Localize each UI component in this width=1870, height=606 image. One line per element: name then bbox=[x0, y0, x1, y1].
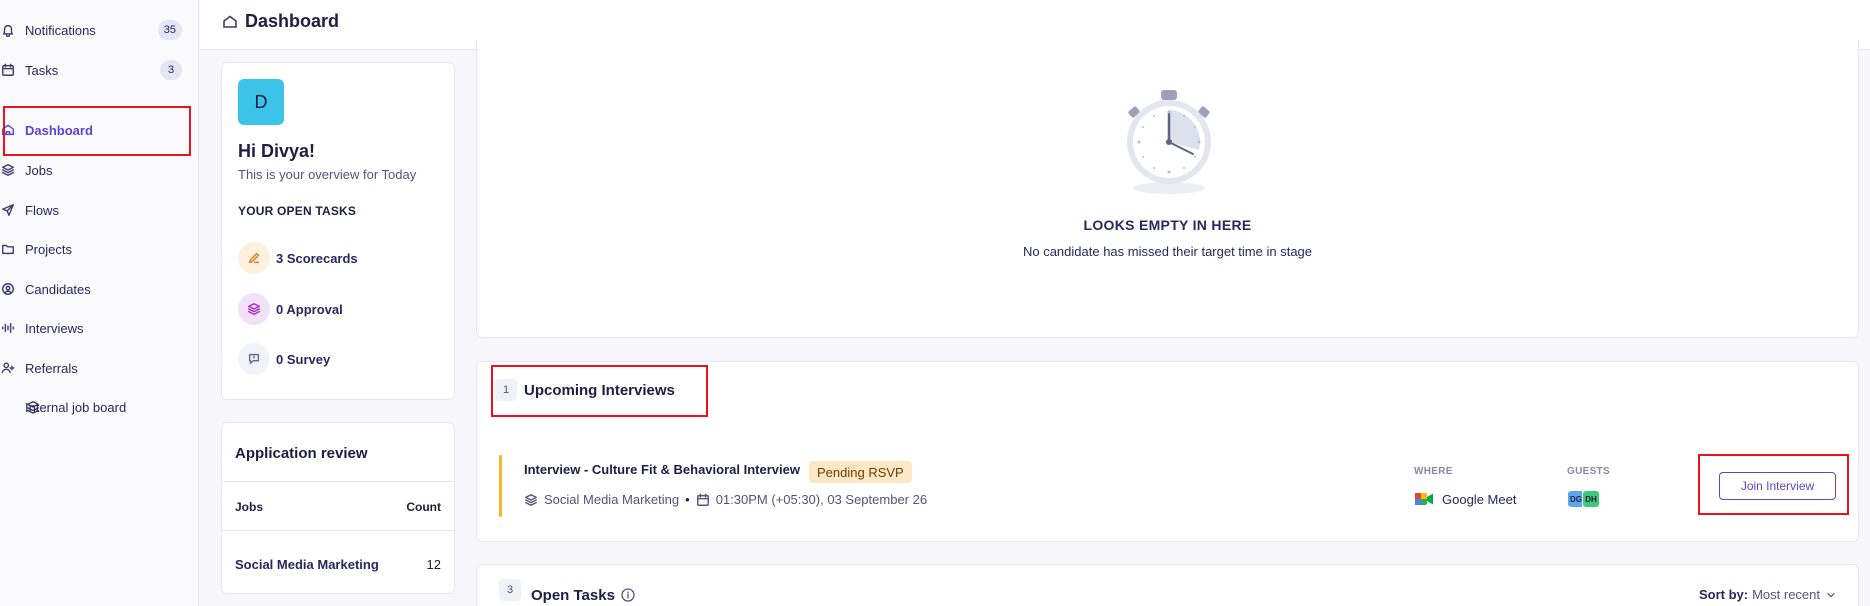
divider bbox=[222, 481, 454, 482]
chevron-down-icon bbox=[1826, 590, 1836, 600]
user-plus-icon bbox=[0, 360, 16, 376]
sidebar-item-dashboard[interactable]: Dashboard bbox=[0, 115, 199, 145]
welcome-card: D Hi Divya! This is your overview for To… bbox=[221, 62, 455, 400]
page-title: Dashboard bbox=[245, 11, 340, 31]
survey-task[interactable]: 0 Survey bbox=[238, 342, 330, 376]
application-review-title: Application review bbox=[235, 445, 368, 462]
upcoming-count: 1 bbox=[495, 379, 517, 401]
folder-icon bbox=[0, 241, 16, 257]
home-icon bbox=[0, 122, 16, 138]
meeting-location-label: Google Meet bbox=[1442, 491, 1517, 507]
message-icon bbox=[238, 343, 270, 375]
info-icon[interactable] bbox=[621, 588, 635, 602]
where-label: WHERE bbox=[1414, 466, 1453, 477]
join-interview-button[interactable]: Join Interview bbox=[1719, 472, 1836, 500]
application-review-card: Application review Jobs Count Social Med… bbox=[221, 422, 455, 594]
sidebar-item-label: Dashboard bbox=[25, 122, 93, 138]
sidebar-item-label: Tasks bbox=[25, 62, 59, 78]
divider bbox=[222, 530, 454, 531]
send-icon bbox=[0, 202, 16, 218]
layers-icon bbox=[0, 162, 16, 178]
interview-meta: Social Media Marketing • 01:30PM (+05:30… bbox=[524, 492, 927, 507]
empty-state-title: LOOKS EMPTY IN HERE bbox=[1083, 217, 1252, 233]
guest-avatar: DH bbox=[1582, 490, 1600, 508]
user-circle-icon bbox=[0, 281, 16, 297]
sort-value: Most recent bbox=[1752, 587, 1820, 602]
job-link[interactable]: Social Media Marketing bbox=[235, 557, 379, 572]
task-label: 3 Scorecards bbox=[276, 250, 358, 266]
empty-state-subtitle: No candidate has missed their target tim… bbox=[1022, 244, 1313, 259]
sort-label: Sort by: bbox=[1698, 587, 1749, 602]
scorecards-task[interactable]: 3 Scorecards bbox=[238, 241, 358, 275]
task-label: 0 Survey bbox=[276, 351, 331, 367]
home-icon bbox=[222, 14, 238, 30]
target-time-card: LOOKS EMPTY IN HERE No candidate has mis… bbox=[476, 40, 1859, 338]
sidebar-item-flows[interactable]: Flows bbox=[0, 195, 199, 225]
interview-job: Social Media Marketing bbox=[544, 492, 680, 507]
guests-label: GUESTS bbox=[1567, 466, 1610, 477]
task-label: 0 Approval bbox=[276, 301, 343, 317]
notification-count-badge: 35 bbox=[157, 20, 182, 40]
interview-accent-bar bbox=[499, 455, 502, 517]
overview-subtitle: This is your overview for Today bbox=[238, 167, 417, 182]
avatar: D bbox=[238, 79, 284, 125]
layers-icon bbox=[238, 293, 270, 325]
sidebar-item-internal-job-board[interactable]: Internal job board bbox=[0, 392, 199, 422]
open-tasks-heading: YOUR OPEN TASKS bbox=[238, 204, 357, 218]
sidebar-item-candidates[interactable]: Candidates bbox=[0, 274, 199, 304]
status-badge: Pending RSVP bbox=[809, 461, 912, 483]
stopwatch-icon bbox=[1119, 88, 1219, 198]
tasks-count-badge: 3 bbox=[160, 60, 182, 80]
google-meet-icon bbox=[1414, 491, 1434, 507]
count-column-header: Count bbox=[406, 500, 441, 514]
sidebar-item-interviews[interactable]: Interviews bbox=[0, 313, 199, 343]
sidebar-item-label: Notifications bbox=[25, 22, 96, 38]
sidebar-item-label: Referrals bbox=[25, 360, 78, 376]
interview-title[interactable]: Interview - Culture Fit & Behavioral Int… bbox=[524, 462, 800, 477]
sidebar-item-projects[interactable]: Projects bbox=[0, 234, 199, 264]
sidebar-item-notifications[interactable]: Notifications 35 bbox=[0, 15, 199, 45]
audio-wave-icon bbox=[0, 320, 16, 336]
layers-icon bbox=[524, 493, 538, 507]
open-tasks-count: 3 bbox=[499, 579, 521, 601]
sidebar-item-referrals[interactable]: Referrals bbox=[0, 353, 199, 383]
sidebar-item-label: Candidates bbox=[25, 281, 91, 297]
sidebar-item-label: Internal job board bbox=[25, 399, 127, 415]
job-count: 12 bbox=[426, 557, 441, 572]
pen-icon bbox=[238, 242, 270, 274]
open-tasks-card: 3 Open Tasks Sort by: Most recent bbox=[476, 564, 1859, 606]
sidebar-item-label: Flows bbox=[25, 202, 59, 218]
upcoming-interviews-card: 1 Upcoming Interviews Interview - Cultur… bbox=[476, 361, 1859, 542]
upcoming-interviews-title: Upcoming Interviews bbox=[524, 382, 675, 399]
greeting: Hi Divya! bbox=[238, 141, 316, 161]
sidebar-item-jobs[interactable]: Jobs bbox=[0, 155, 199, 185]
jobs-column-header: Jobs bbox=[235, 500, 264, 514]
sidebar-item-label: Jobs bbox=[25, 162, 53, 178]
sidebar: Notifications 35 Tasks 3 Dashboard Jobs … bbox=[0, 0, 199, 606]
meeting-location: Google Meet bbox=[1414, 491, 1516, 507]
approval-task[interactable]: 0 Approval bbox=[238, 292, 343, 326]
calendar-icon bbox=[696, 493, 710, 507]
sidebar-item-label: Interviews bbox=[25, 320, 84, 336]
sidebar-item-label: Projects bbox=[25, 241, 72, 257]
interview-time: 01:30PM (+05:30), 03 September 26 bbox=[715, 492, 928, 507]
sort-dropdown[interactable]: Sort by: Most recent bbox=[1699, 587, 1836, 602]
open-tasks-title: Open Tasks bbox=[531, 587, 615, 604]
calendar-check-icon bbox=[0, 62, 16, 78]
bullet-separator: • bbox=[685, 492, 690, 507]
sidebar-item-tasks[interactable]: Tasks 3 bbox=[0, 55, 199, 85]
bell-icon bbox=[0, 22, 16, 38]
